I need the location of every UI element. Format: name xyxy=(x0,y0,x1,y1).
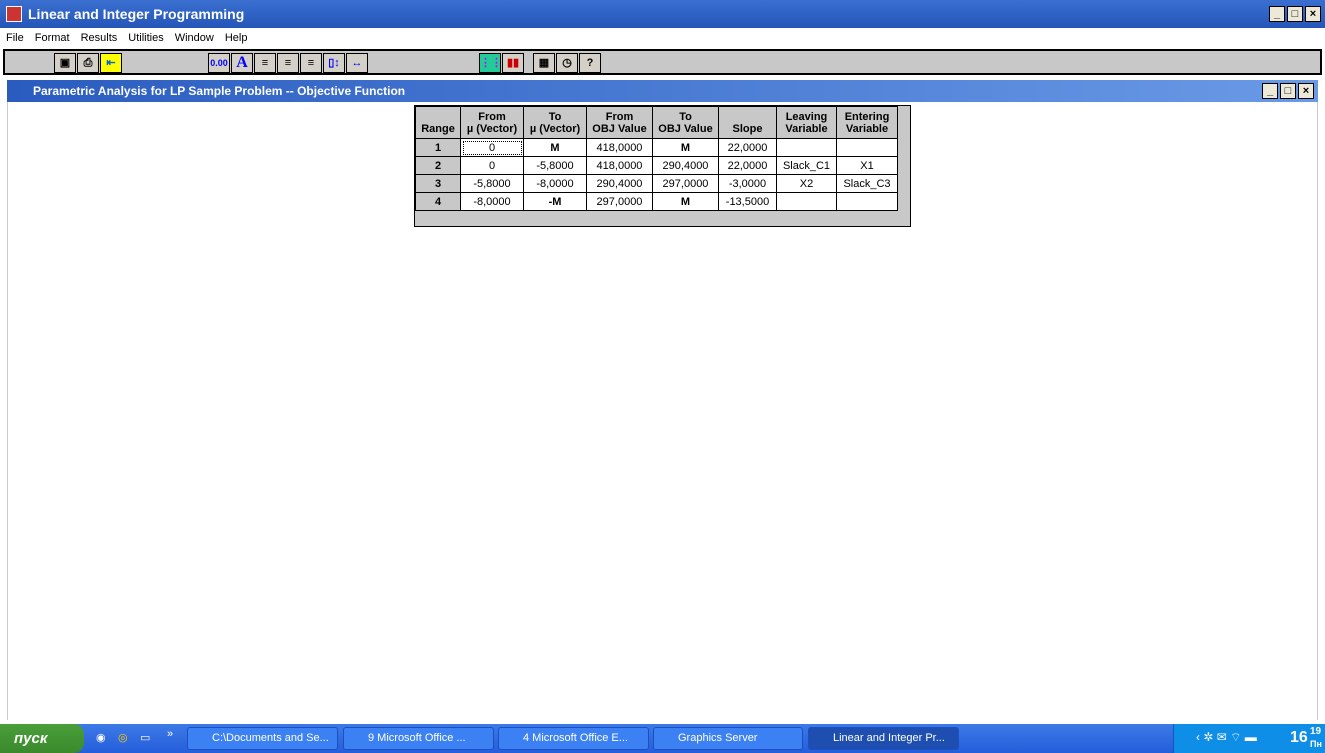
col-header-to-mu: To µ (Vector) xyxy=(523,106,587,139)
clock-hour: 16 xyxy=(1290,729,1308,746)
table-header-row: Range From µ (Vector) To µ (Vector) From OB… xyxy=(415,106,898,139)
table-row: 3 -5,8000 -8,0000 290,4000 297,0000 -3,0… xyxy=(415,174,898,193)
maximize-button[interactable]: □ xyxy=(1287,6,1303,22)
cell[interactable]: -13,5000 xyxy=(718,192,777,211)
cell[interactable] xyxy=(836,138,898,157)
col-header-entering: Entering Variable xyxy=(836,106,898,139)
col-header-range: Range xyxy=(415,106,461,139)
menu-window[interactable]: Window xyxy=(175,32,214,44)
decimal-button[interactable]: 0.00 xyxy=(208,53,230,73)
menu-help[interactable]: Help xyxy=(225,32,248,44)
row-height-icon[interactable]: ▯↕ xyxy=(323,53,345,73)
cell[interactable] xyxy=(776,138,837,157)
bar-chart-icon[interactable]: ▮▮ xyxy=(502,53,524,73)
row-header[interactable]: 4 xyxy=(415,192,461,211)
cell[interactable]: 297,0000 xyxy=(586,192,653,211)
cell[interactable]: M xyxy=(523,138,587,157)
quicklaunch-more-icon[interactable]: » xyxy=(167,728,173,740)
tray-icons[interactable]: ‹ ✲ ✉ ⌔ ▬ xyxy=(1196,730,1257,745)
cell[interactable]: M xyxy=(652,138,719,157)
clock-day: Пн xyxy=(1310,739,1322,749)
app-title-bar: Linear and Integer Programming _ □ × xyxy=(0,0,1325,28)
cell[interactable]: 297,0000 xyxy=(652,174,719,193)
cell[interactable]: -5,8000 xyxy=(523,156,587,175)
cell[interactable]: M xyxy=(652,192,719,211)
row-header[interactable]: 3 xyxy=(415,174,461,193)
align-center-icon[interactable]: ≡ xyxy=(277,53,299,73)
cell[interactable]: 418,0000 xyxy=(586,138,653,157)
menu-bar: File Format Results Utilities Window Hel… xyxy=(0,28,1325,48)
child-window-title: Parametric Analysis for LP Sample Proble… xyxy=(33,84,406,98)
row-header[interactable]: 1 xyxy=(415,138,461,157)
col-header-slope: Slope xyxy=(718,106,777,139)
app-title: Linear and Integer Programming xyxy=(28,6,245,22)
grid-view-icon[interactable]: ⋮⋮ xyxy=(479,53,502,73)
quicklaunch-desktop-icon[interactable]: ▭ xyxy=(140,731,150,744)
cell[interactable]: X1 xyxy=(836,156,898,175)
col-header-leaving: Leaving Variable xyxy=(776,106,837,139)
close-button[interactable]: × xyxy=(1305,6,1321,22)
cell[interactable]: -8,0000 xyxy=(523,174,587,193)
task-graphics-server[interactable]: Graphics Server xyxy=(653,727,803,750)
cell[interactable]: -8,0000 xyxy=(460,192,524,211)
child-maximize-button[interactable]: □ xyxy=(1280,83,1296,99)
cell[interactable]: -5,8000 xyxy=(460,174,524,193)
cell[interactable]: 0 xyxy=(460,138,524,157)
taskbar: пуск ◉ ◎ ▭ » C:\Documents and Se... 9 Mi… xyxy=(0,724,1325,753)
parametric-table: Range From µ (Vector) To µ (Vector) From OB… xyxy=(414,105,911,227)
cell[interactable]: 418,0000 xyxy=(586,156,653,175)
quicklaunch-app-icon[interactable]: ◎ xyxy=(118,731,128,744)
align-left-icon[interactable]: ≡ xyxy=(254,53,276,73)
column-width-icon[interactable]: ↔ xyxy=(346,53,368,73)
cell[interactable]: 290,4000 xyxy=(586,174,653,193)
menu-results[interactable]: Results xyxy=(81,32,118,44)
minimize-button[interactable]: _ xyxy=(1269,6,1285,22)
child-close-button[interactable]: × xyxy=(1298,83,1314,99)
font-button[interactable]: A xyxy=(231,53,253,73)
exit-icon[interactable]: ⇤ xyxy=(100,53,122,73)
col-header-from-obj: From OBJ Value xyxy=(586,106,653,139)
menu-file[interactable]: File xyxy=(6,32,24,44)
clock-minute: 19 xyxy=(1310,726,1322,737)
menu-utilities[interactable]: Utilities xyxy=(128,32,163,44)
save-icon[interactable]: ▣ xyxy=(54,53,76,73)
start-button[interactable]: пуск xyxy=(0,724,84,753)
cell[interactable]: Slack_C3 xyxy=(836,174,898,193)
cell[interactable]: -3,0000 xyxy=(718,174,777,193)
table-row: 2 0 -5,8000 418,0000 290,4000 22,0000 Sl… xyxy=(415,156,898,175)
cell[interactable]: -M xyxy=(523,192,587,211)
cell[interactable]: 22,0000 xyxy=(718,138,777,157)
cell[interactable]: Slack_C1 xyxy=(776,156,837,175)
cell[interactable]: 22,0000 xyxy=(718,156,777,175)
col-header-from-mu: From µ (Vector) xyxy=(460,106,524,139)
cell[interactable]: 290,4000 xyxy=(652,156,719,175)
app-icon xyxy=(6,6,22,22)
task-office-excel[interactable]: 4 Microsoft Office E... xyxy=(498,727,649,750)
table-row: 1 0 M 418,0000 M 22,0000 xyxy=(415,138,898,157)
task-office-word[interactable]: 9 Microsoft Office ... xyxy=(343,727,494,750)
clock-icon[interactable]: ◷ xyxy=(556,53,578,73)
help-icon[interactable]: ? xyxy=(579,53,601,73)
table-row: 4 -8,0000 -M 297,0000 M -13,5000 xyxy=(415,192,898,211)
col-header-to-obj: To OBJ Value xyxy=(652,106,719,139)
align-right-icon[interactable]: ≡ xyxy=(300,53,322,73)
row-header[interactable]: 2 xyxy=(415,156,461,175)
task-linear-integer[interactable]: Linear and Integer Pr... xyxy=(808,727,959,750)
child-minimize-button[interactable]: _ xyxy=(1262,83,1278,99)
toolbar: ▣ ⎙ ⇤ 0.00 A ≡ ≡ ≡ ▯↕ ↔ ⋮⋮ ▮▮ ▦ ◷ ? xyxy=(3,49,1322,75)
system-tray: ‹ ✲ ✉ ⌔ ▬ 16 19 Пн xyxy=(1173,724,1325,753)
quicklaunch-chrome-icon[interactable]: ◉ xyxy=(96,731,106,744)
calculator-icon[interactable]: ▦ xyxy=(533,53,555,73)
child-window-title-bar: Parametric Analysis for LP Sample Proble… xyxy=(7,80,1318,102)
cell[interactable] xyxy=(776,192,837,211)
cell[interactable] xyxy=(836,192,898,211)
menu-format[interactable]: Format xyxy=(35,32,70,44)
cell[interactable]: 0 xyxy=(460,156,524,175)
print-icon[interactable]: ⎙ xyxy=(77,53,99,73)
cell[interactable]: X2 xyxy=(776,174,837,193)
task-explorer[interactable]: C:\Documents and Se... xyxy=(187,727,338,750)
